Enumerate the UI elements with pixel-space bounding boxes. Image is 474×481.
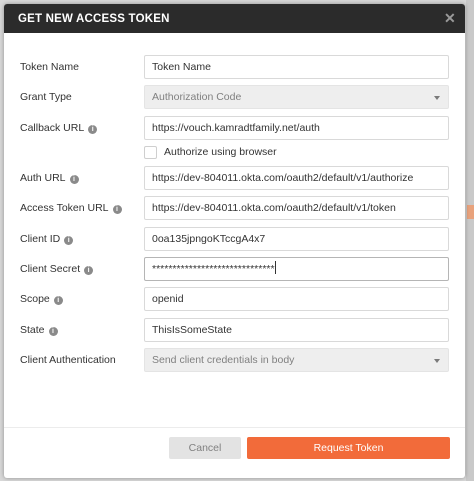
info-icon[interactable]: i — [53, 296, 63, 305]
get-new-access-token-dialog: GET NEW ACCESS TOKEN ✕ Token Name Token … — [4, 4, 465, 478]
auth-url-label-wrap: Auth URL i — [20, 166, 79, 190]
state-label-wrap: State i — [20, 318, 58, 342]
scope-row: Scope i openid — [4, 287, 465, 311]
footer-divider — [4, 427, 465, 428]
client-secret-row: Client Secret i *************************… — [4, 257, 465, 281]
state-label: State — [20, 324, 45, 336]
callback-url-row: Callback URL i https://vouch.kamradtfamil… — [4, 116, 465, 140]
dialog-header: GET NEW ACCESS TOKEN ✕ — [4, 4, 465, 33]
grant-type-row: Grant Type Authorization Code — [4, 85, 465, 109]
callback-url-label: Callback URL — [20, 122, 85, 134]
auth-url-label: Auth URL — [20, 172, 66, 184]
dialog-title: GET NEW ACCESS TOKEN — [18, 12, 170, 25]
cancel-button[interactable]: Cancel — [169, 437, 241, 459]
info-icon[interactable]: i — [64, 236, 74, 245]
access-token-url-row: Access Token URL i https://dev-804011.okt… — [4, 196, 465, 220]
scope-input[interactable]: openid — [144, 287, 449, 311]
auth-url-row: Auth URL i https://dev-804011.okta.com/oa… — [4, 166, 465, 190]
authorize-using-browser-label[interactable]: Authorize using browser — [164, 145, 277, 160]
background-accent-mark — [467, 205, 474, 219]
client-id-label-wrap: Client ID i — [20, 227, 74, 251]
client-secret-value: ****************************** — [152, 263, 275, 275]
close-icon[interactable]: ✕ — [443, 11, 457, 25]
client-id-input[interactable]: 0oa135jpngoKTccgA4x7 — [144, 227, 449, 251]
info-icon[interactable]: i — [88, 125, 98, 134]
client-authentication-value: Send client credentials in body — [152, 354, 295, 366]
access-token-url-label: Access Token URL — [20, 202, 109, 214]
text-cursor — [274, 261, 276, 274]
grant-type-value: Authorization Code — [152, 91, 242, 103]
info-icon[interactable]: i — [69, 175, 79, 184]
client-authentication-row: Client Authentication Send client creden… — [4, 348, 465, 372]
token-name-input[interactable]: Token Name — [144, 55, 449, 79]
token-name-row: Token Name Token Name — [4, 55, 465, 79]
chevron-down-icon — [434, 359, 440, 363]
request-token-button[interactable]: Request Token — [247, 437, 450, 459]
grant-type-label: Grant Type — [20, 91, 72, 103]
scope-label-wrap: Scope i — [20, 287, 63, 311]
info-icon[interactable]: i — [48, 327, 58, 336]
chevron-down-icon — [434, 96, 440, 100]
background-window — [466, 0, 474, 481]
client-authentication-select[interactable]: Send client credentials in body — [144, 348, 449, 372]
scope-label: Scope — [20, 293, 50, 305]
info-icon[interactable]: i — [84, 266, 94, 275]
state-row: State i ThisIsSomeState — [4, 318, 465, 342]
client-secret-input[interactable]: ****************************** — [144, 257, 449, 281]
client-id-label: Client ID — [20, 233, 61, 245]
state-input[interactable]: ThisIsSomeState — [144, 318, 449, 342]
client-secret-label: Client Secret — [20, 263, 81, 275]
client-id-row: Client ID i 0oa135jpngoKTccgA4x7 — [4, 227, 465, 251]
callback-url-label-wrap: Callback URL i — [20, 116, 98, 140]
token-name-label: Token Name — [20, 61, 79, 73]
access-token-url-input[interactable]: https://dev-804011.okta.com/oauth2/defau… — [144, 196, 449, 220]
callback-url-input[interactable]: https://vouch.kamradtfamily.net/auth — [144, 116, 449, 140]
access-token-url-label-wrap: Access Token URL i — [20, 196, 122, 220]
authorize-using-browser-checkbox[interactable] — [144, 146, 157, 159]
client-authentication-label: Client Authentication — [20, 354, 116, 366]
grant-type-select[interactable]: Authorization Code — [144, 85, 449, 109]
auth-url-input[interactable]: https://dev-804011.okta.com/oauth2/defau… — [144, 166, 449, 190]
info-icon[interactable]: i — [112, 205, 122, 214]
client-secret-label-wrap: Client Secret i — [20, 257, 94, 281]
